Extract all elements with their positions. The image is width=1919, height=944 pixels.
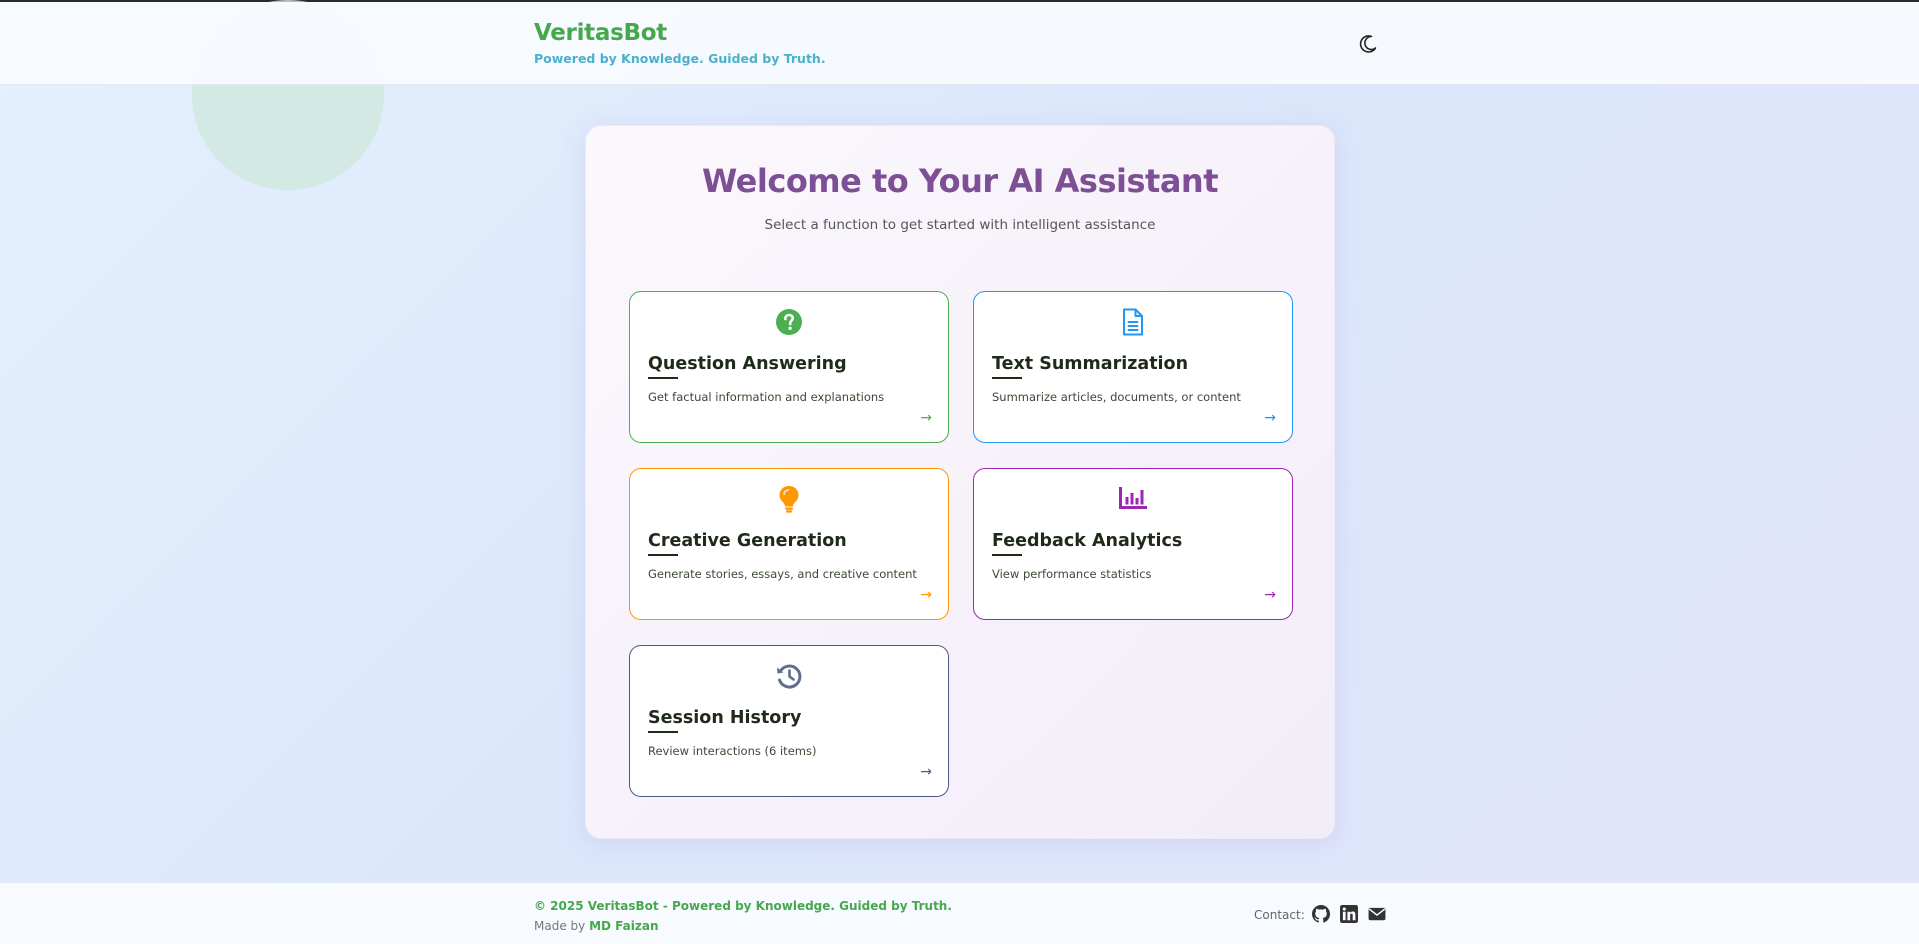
document-icon <box>1123 308 1143 336</box>
card-description: Generate stories, essays, and creative c… <box>648 567 917 581</box>
question-circle-icon <box>776 309 802 335</box>
welcome-panel: Welcome to Your AI Assistant Select a fu… <box>585 125 1335 839</box>
envelope-icon <box>1368 907 1386 921</box>
page-subtitle: Select a function to get started with in… <box>764 217 1156 233</box>
arrow-right-icon: → <box>1264 410 1276 426</box>
copyright-text: © 2025 VeritasBot - Powered by Knowledge… <box>534 899 952 913</box>
card-description: Review interactions (6 items) <box>648 744 817 758</box>
linkedin-icon <box>1340 905 1358 923</box>
made-by: Made by MD Faizan <box>534 919 659 933</box>
card-feedback-analytics[interactable]: Feedback Analytics View performance stat… <box>973 468 1293 620</box>
site-footer: © 2025 VeritasBot - Powered by Knowledge… <box>0 882 1919 944</box>
card-description: Summarize articles, documents, or conten… <box>992 390 1241 404</box>
brand-name[interactable]: VeritasBot <box>534 20 826 46</box>
card-text-summarization[interactable]: Text Summarization Summarize articles, d… <box>973 291 1293 443</box>
arrow-right-icon: → <box>920 764 932 780</box>
card-title: Question Answering <box>648 354 847 374</box>
card-creative-generation[interactable]: Creative Generation Generate stories, es… <box>629 468 949 620</box>
email-link[interactable] <box>1368 905 1386 923</box>
made-by-prefix: Made by <box>534 919 586 933</box>
github-icon <box>1312 905 1330 923</box>
title-underline <box>648 731 678 733</box>
contact-label: Contact: <box>1254 908 1305 922</box>
history-icon <box>777 664 802 689</box>
page-title: Welcome to Your AI Assistant <box>702 162 1218 200</box>
author-link[interactable]: MD Faizan <box>589 919 658 933</box>
moon-icon <box>1359 35 1377 53</box>
brand: VeritasBot Powered by Knowledge. Guided … <box>534 20 826 66</box>
site-header: VeritasBot Powered by Knowledge. Guided … <box>0 2 1919 85</box>
card-session-history[interactable]: Session History Review interactions (6 i… <box>629 645 949 797</box>
linkedin-link[interactable] <box>1340 905 1358 923</box>
card-title: Text Summarization <box>992 354 1189 374</box>
brand-tagline: Powered by Knowledge. Guided by Truth. <box>534 51 826 66</box>
title-underline <box>992 377 1022 379</box>
card-title: Session History <box>648 708 802 728</box>
card-description: Get factual information and explanations <box>648 390 885 404</box>
arrow-right-icon: → <box>920 587 932 603</box>
card-title: Creative Generation <box>648 531 847 551</box>
github-link[interactable] <box>1312 905 1330 923</box>
title-underline <box>648 377 678 379</box>
card-title: Feedback Analytics <box>992 531 1183 551</box>
title-underline <box>992 554 1022 556</box>
arrow-right-icon: → <box>920 410 932 426</box>
bar-chart-icon <box>1119 487 1147 509</box>
card-description: View performance statistics <box>992 567 1152 581</box>
theme-toggle-button[interactable] <box>1356 32 1380 56</box>
card-question-answering[interactable]: Question Answering Get factual informati… <box>629 291 949 443</box>
arrow-right-icon: → <box>1264 587 1276 603</box>
lightbulb-icon <box>779 486 799 513</box>
title-underline <box>648 554 678 556</box>
